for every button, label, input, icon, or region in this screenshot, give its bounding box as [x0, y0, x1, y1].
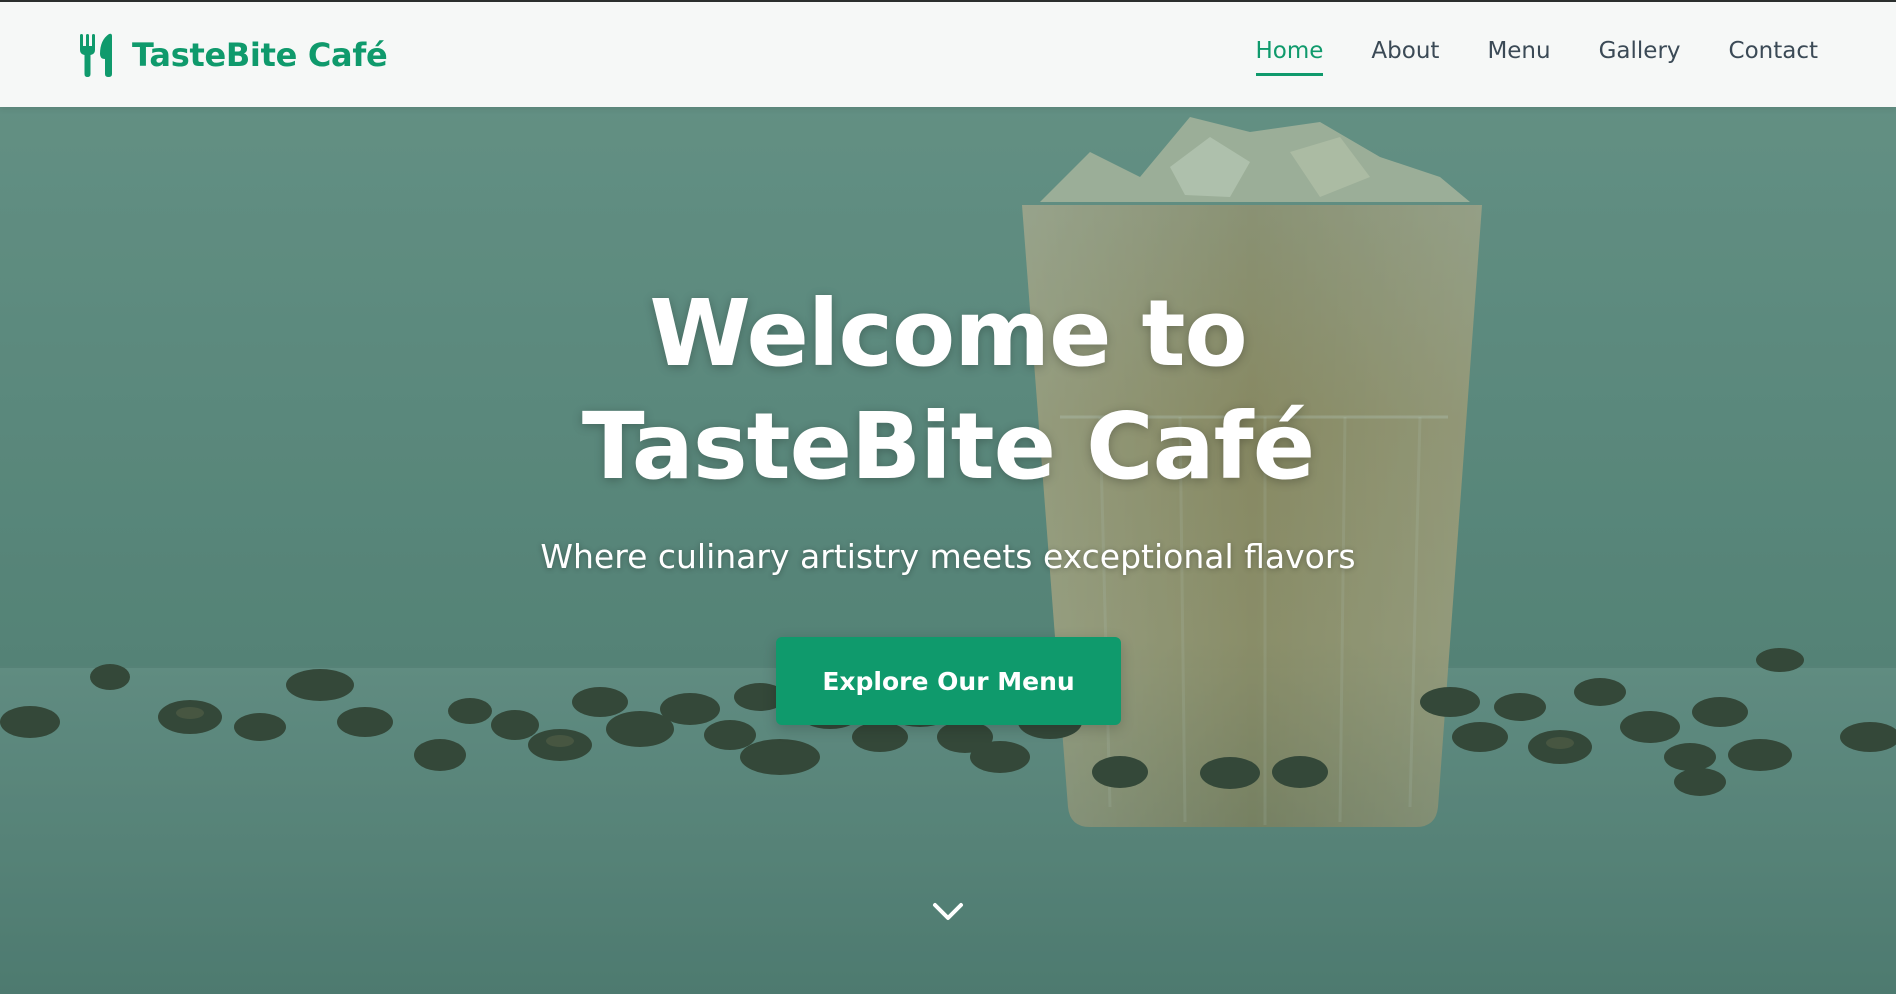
- hero-subtitle: Where culinary artistry meets exceptiona…: [540, 537, 1356, 576]
- hero-content: Welcome to TasteBite Café Where culinary…: [0, 107, 1896, 994]
- nav-item-home[interactable]: Home: [1255, 38, 1323, 76]
- brand-name: TasteBite Café: [132, 36, 388, 74]
- main-nav: Home About Menu Gallery Contact: [1255, 38, 1818, 76]
- hero-section: Welcome to TasteBite Café Where culinary…: [0, 107, 1896, 994]
- chevron-down-icon[interactable]: [931, 899, 965, 925]
- nav-item-menu[interactable]: Menu: [1487, 38, 1550, 66]
- nav-item-gallery[interactable]: Gallery: [1599, 38, 1681, 66]
- brand-logo-link[interactable]: TasteBite Café: [78, 32, 388, 78]
- site-header: TasteBite Café Home About Menu Gallery C…: [0, 0, 1896, 107]
- page: TasteBite Café Home About Menu Gallery C…: [0, 0, 1896, 994]
- nav-item-contact[interactable]: Contact: [1729, 38, 1818, 66]
- nav-item-about[interactable]: About: [1371, 38, 1439, 66]
- explore-menu-button[interactable]: Explore Our Menu: [776, 637, 1121, 725]
- hero-title: Welcome to TasteBite Café: [581, 280, 1315, 500]
- utensils-icon: [80, 33, 112, 77]
